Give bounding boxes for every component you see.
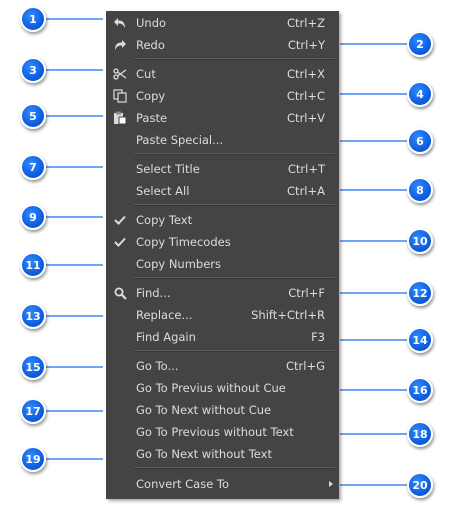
menu-separator (134, 204, 335, 206)
menu-item-label: Copy (136, 89, 166, 103)
menu-item-find[interactable]: Find... Ctrl+F (106, 282, 339, 304)
callout-badge-3: 3 (20, 57, 46, 83)
menu-item-label: Paste (136, 111, 168, 125)
menu-item-paste[interactable]: Paste Ctrl+V (106, 107, 339, 129)
menu-item-shortcut: F3 (311, 330, 325, 344)
menu-item-shortcut: Ctrl+X (287, 67, 325, 81)
menu-item-copy-numbers[interactable]: Copy Numbers (106, 253, 339, 275)
check-icon (111, 211, 129, 229)
menu-item-select-title[interactable]: Select Title Ctrl+T (106, 158, 339, 180)
menu-item-shortcut: Ctrl+F (288, 286, 325, 300)
callout-badge-4: 4 (407, 81, 433, 107)
menu-item-cut[interactable]: Cut Ctrl+X (106, 63, 339, 85)
callout-badge-14: 14 (407, 327, 433, 353)
menu-item-label: Cut (136, 67, 156, 81)
search-icon (111, 284, 129, 302)
callout-badge-2: 2 (407, 31, 433, 57)
menu-item-label: Go To Previus without Cue (136, 381, 286, 395)
paste-icon (111, 109, 129, 127)
menu-separator (134, 467, 335, 469)
menu-item-copy-timecodes[interactable]: Copy Timecodes (106, 231, 339, 253)
menu-item-copy-text[interactable]: Copy Text (106, 209, 339, 231)
menu-item-replace[interactable]: Replace... Shift+Ctrl+R (106, 304, 339, 326)
menu-item-label: Go To Previous without Text (136, 425, 294, 439)
callout-badge-13: 13 (20, 303, 46, 329)
menu-item-label: Find... (136, 286, 171, 300)
menu-item-label: Convert Case To (136, 477, 230, 491)
callout-badge-6: 6 (407, 128, 433, 154)
menu-item-find-again[interactable]: Find Again F3 (106, 326, 339, 348)
menu-item-shortcut: Ctrl+C (286, 89, 325, 103)
menu-item-redo[interactable]: Redo Ctrl+Y (106, 34, 339, 56)
menu-item-label: Paste Special... (136, 133, 224, 147)
menu-item-shortcut: Ctrl+G (285, 359, 325, 373)
menu-item-label: Copy Timecodes (136, 235, 231, 249)
menu-separator (134, 58, 335, 60)
callout-badge-9: 9 (20, 204, 46, 230)
menu-item-convert-case-to[interactable]: Convert Case To (106, 473, 339, 495)
menu-item-copy[interactable]: Copy Ctrl+C (106, 85, 339, 107)
callout-badge-7: 7 (20, 154, 46, 180)
menu-item-label: Go To... (136, 359, 179, 373)
redo-icon (111, 36, 129, 54)
menu-separator (134, 153, 335, 155)
menu-item-label: Replace... (136, 308, 193, 322)
menu-item-go-to-next-without-cue[interactable]: Go To Next without Cue (106, 399, 339, 421)
menu-item-shortcut: Ctrl+T (287, 162, 325, 176)
menu-item-label: Copy Text (136, 213, 193, 227)
menu-item-label: Find Again (136, 330, 196, 344)
menu-item-undo[interactable]: Undo Ctrl+Z (106, 12, 339, 34)
menu-item-shortcut: Ctrl+Y (287, 38, 325, 52)
callout-badge-16: 16 (407, 377, 433, 403)
menu-item-label: Redo (136, 38, 165, 52)
menu-item-go-to[interactable]: Go To... Ctrl+G (106, 355, 339, 377)
copy-icon (111, 87, 129, 105)
check-icon (111, 233, 129, 251)
callout-badge-12: 12 (407, 280, 433, 306)
edit-context-menu: Undo Ctrl+Z Redo Ctrl+Y Cut Ctrl+X Copy … (106, 11, 339, 499)
callout-badge-10: 10 (407, 228, 433, 254)
menu-item-paste-special[interactable]: Paste Special... (106, 129, 339, 151)
menu-separator (134, 277, 335, 279)
scissors-icon (111, 65, 129, 83)
menu-item-label: Undo (136, 16, 167, 30)
menu-item-go-to-previous-without-cue[interactable]: Go To Previus without Cue (106, 377, 339, 399)
menu-item-label: Select All (136, 184, 190, 198)
chevron-right-icon (329, 481, 333, 487)
menu-item-go-to-next-without-text[interactable]: Go To Next without Text (106, 443, 339, 465)
callout-badge-15: 15 (20, 354, 46, 380)
callout-badge-1: 1 (20, 6, 46, 32)
menu-item-shortcut: Ctrl+V (287, 111, 325, 125)
menu-item-select-all[interactable]: Select All Ctrl+A (106, 180, 339, 202)
menu-item-shortcut: Ctrl+A (287, 184, 325, 198)
callout-badge-8: 8 (407, 177, 433, 203)
menu-item-shortcut: Shift+Ctrl+R (251, 308, 325, 322)
undo-icon (111, 14, 129, 32)
menu-item-label: Go To Next without Cue (136, 403, 272, 417)
callout-badge-19: 19 (20, 446, 46, 472)
menu-item-go-to-previous-without-text[interactable]: Go To Previous without Text (106, 421, 339, 443)
menu-item-label: Select Title (136, 162, 200, 176)
callout-badge-11: 11 (20, 252, 46, 278)
menu-item-label: Go To Next without Text (136, 447, 272, 461)
callout-badge-17: 17 (20, 398, 46, 424)
menu-item-label: Copy Numbers (136, 257, 222, 271)
menu-separator (134, 350, 335, 352)
callout-badge-20: 20 (407, 472, 433, 498)
callout-badge-5: 5 (20, 103, 46, 129)
callout-badge-18: 18 (407, 421, 433, 447)
menu-item-shortcut: Ctrl+Z (287, 16, 325, 30)
